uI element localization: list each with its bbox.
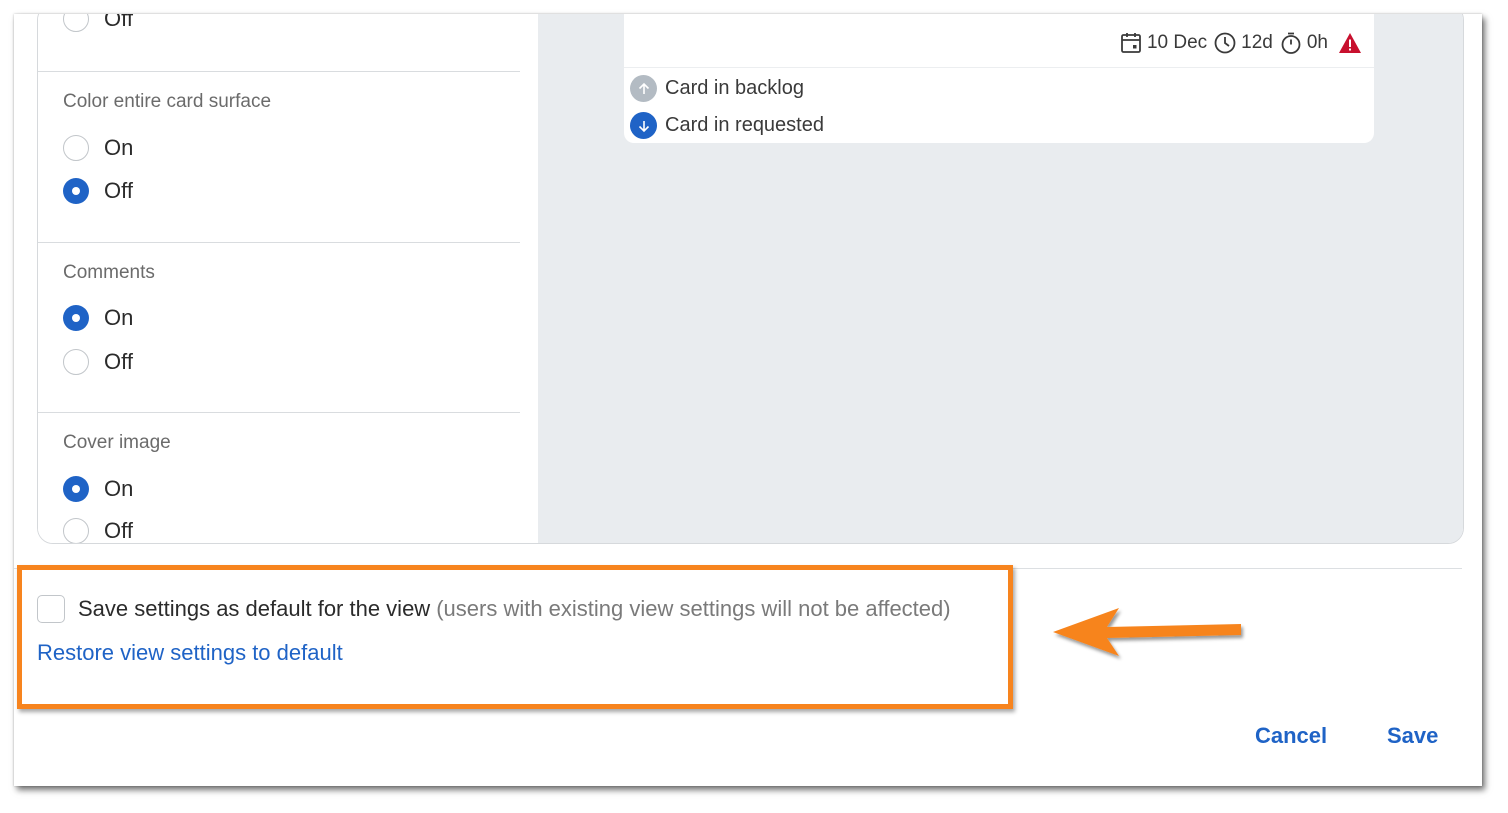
time-tracked: 0h <box>1306 32 1328 53</box>
cancel-button[interactable]: Cancel <box>1255 723 1327 749</box>
restore-default-link[interactable]: Restore view settings to default <box>37 640 343 666</box>
preview-card: 10 Dec 12d 0h Card in backlog Card in re… <box>624 14 1374 143</box>
radio-button[interactable] <box>63 14 89 32</box>
card-row-label: Card in requested <box>665 114 824 136</box>
radio-label: Off <box>104 518 133 543</box>
color-surface-on[interactable]: On <box>63 135 133 161</box>
radio-button[interactable] <box>63 518 89 543</box>
radio-button[interactable] <box>63 135 89 161</box>
divider <box>38 412 520 413</box>
card-row-label: Card in backlog <box>665 77 804 99</box>
radio-button[interactable] <box>63 349 89 375</box>
stopwatch-icon <box>1281 32 1301 54</box>
cover-image-off[interactable]: Off <box>63 518 133 543</box>
arrow-up-icon <box>630 75 657 102</box>
save-default-label: Save settings as default for the view <box>78 596 431 621</box>
radio-label: Off <box>104 178 133 203</box>
due-date: 10 Dec <box>1146 32 1208 53</box>
radio-button-selected[interactable] <box>63 305 89 331</box>
footer-divider <box>14 568 1462 569</box>
clock-icon <box>1214 32 1236 54</box>
radio-label: On <box>104 305 134 330</box>
color-surface-title: Color entire card surface <box>63 91 272 112</box>
arrow-down-icon <box>630 112 657 139</box>
radio-label: Off <box>104 349 133 374</box>
comments-on[interactable]: On <box>63 305 133 331</box>
radio-button-selected[interactable] <box>63 178 89 204</box>
comments-title: Comments <box>63 262 155 283</box>
card-row-requested: Card in requested <box>630 112 824 139</box>
card-preview-area: 10 Dec 12d 0h Card in backlog Card in re… <box>538 14 1463 543</box>
radio-label: On <box>104 135 134 160</box>
settings-panel: Off Color entire card surface On Off Com… <box>37 14 1464 544</box>
comments-off[interactable]: Off <box>63 349 133 375</box>
divider <box>38 242 520 243</box>
color-surface-off[interactable]: Off <box>63 178 133 204</box>
save-default-note: (users with existing view settings will … <box>436 596 951 621</box>
annotation-arrow-icon <box>1053 608 1241 656</box>
card-separator <box>624 67 1374 68</box>
card-meta: 10 Dec 12d 0h <box>1113 31 1366 55</box>
warning-icon <box>1339 33 1361 53</box>
save-button[interactable]: Save <box>1387 723 1438 749</box>
settings-list[interactable]: Off Color entire card surface On Off Com… <box>38 14 538 543</box>
radio-off-previous[interactable]: Off <box>63 14 133 32</box>
radio-label: On <box>104 476 134 501</box>
cover-image-title: Cover image <box>63 432 171 453</box>
radio-label: Off <box>104 14 133 31</box>
cover-image-on[interactable]: On <box>63 476 133 502</box>
save-default-checkbox[interactable] <box>37 595 65 623</box>
card-row-backlog: Card in backlog <box>630 75 804 102</box>
view-settings-dialog: Off Color entire card surface On Off Com… <box>14 14 1482 786</box>
radio-button-selected[interactable] <box>63 476 89 502</box>
divider <box>38 71 520 72</box>
calendar-icon <box>1121 33 1141 53</box>
save-default-option[interactable]: Save settings as default for the view (u… <box>37 595 951 623</box>
card-age: 12d <box>1241 32 1273 53</box>
